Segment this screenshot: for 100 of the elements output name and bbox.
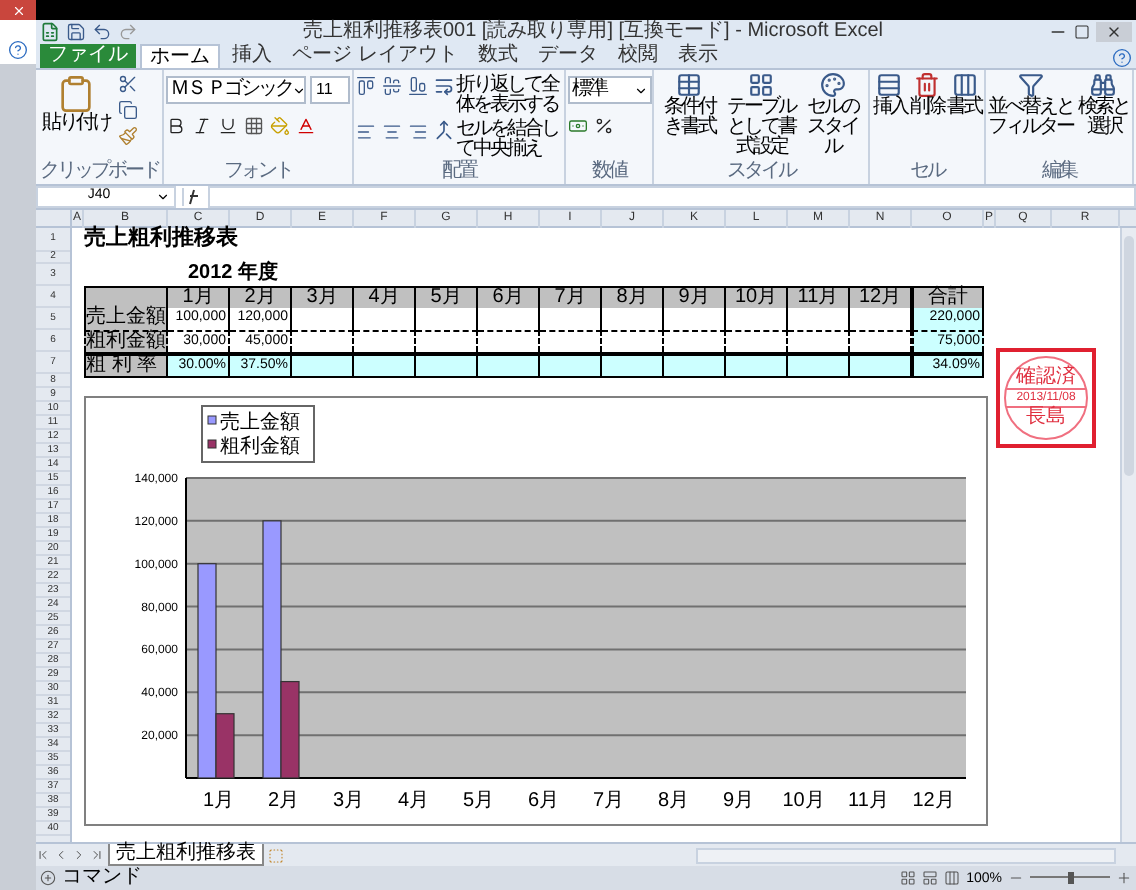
save-icon[interactable] (66, 22, 86, 42)
rows-icon (876, 72, 903, 98)
function-icon[interactable] (182, 188, 202, 206)
underline-icon[interactable] (218, 116, 238, 136)
cell-styles-button[interactable]: セルのスタイル (798, 72, 866, 158)
axis-category-label: 4月 (397, 790, 430, 812)
currency-icon[interactable] (568, 116, 588, 136)
align-middle-icon[interactable] (382, 76, 402, 96)
filter-icon (1017, 72, 1044, 98)
ribbon-tab[interactable]: 校閲 (609, 44, 666, 68)
align-center-icon[interactable] (382, 121, 402, 141)
table-cell (354, 352, 416, 378)
axis-category-label: 10月 (782, 790, 825, 812)
find-select-button[interactable]: 検索と選択 (1077, 72, 1130, 138)
restore-icon[interactable] (1074, 24, 1090, 40)
ribbon-tab[interactable]: ファイル (40, 44, 136, 68)
copy-icon[interactable] (118, 100, 138, 120)
table-cell (788, 308, 850, 330)
table-cell (478, 308, 540, 330)
insert-button[interactable]: 挿入 (872, 72, 908, 118)
help-icon[interactable] (8, 40, 28, 60)
paste-button[interactable]: 貼り付け (38, 70, 114, 134)
legend-label: 売上金額 (220, 412, 300, 434)
group-label: 編集 (1040, 160, 1079, 184)
excel-logo-icon[interactable] (40, 22, 60, 42)
sort-filter-button[interactable]: 並べ替えとフィルター (988, 72, 1074, 138)
group-label: 配置 (440, 160, 479, 184)
axis-category-label: 7月 (592, 790, 625, 812)
next-sheet-icon[interactable] (72, 848, 86, 862)
legend-label: 粗利金額 (220, 436, 300, 458)
align-left-icon[interactable] (356, 121, 376, 141)
trash-icon (914, 72, 940, 98)
delete-button[interactable]: 削除 (909, 72, 945, 118)
merge-center-button[interactable]: セルを結合して中央揃え (434, 120, 562, 160)
previous-sheet-icon[interactable] (54, 848, 68, 862)
page-break-view-icon[interactable] (944, 870, 961, 886)
axis-category-label: 9月 (722, 790, 755, 812)
dropdown-caret-icon (156, 190, 170, 204)
bold-icon[interactable] (166, 116, 186, 136)
formula-input-field[interactable] (208, 186, 1136, 208)
cut-icon[interactable] (118, 74, 138, 94)
fill-color-icon[interactable] (270, 116, 290, 136)
ribbon-tab[interactable]: データ (529, 44, 606, 68)
fiscal-year-label: 2012 年度 (186, 264, 281, 286)
clipboard-icon (56, 74, 96, 114)
wrap-text-button[interactable]: 折り返して全体を表示する (434, 76, 562, 116)
format-as-table-button[interactable]: テーブルとして書式設定 (725, 72, 797, 158)
font-name-field[interactable]: ＭＳ Ｐゴシック (166, 76, 306, 104)
legend-swatch (207, 415, 217, 425)
ribbon-tab[interactable]: ページ レイアウト (284, 44, 466, 68)
close-button[interactable] (0, 0, 36, 20)
last-sheet-icon[interactable] (90, 848, 104, 862)
undo-icon[interactable] (92, 22, 112, 42)
format-button[interactable]: 書式 (946, 72, 983, 118)
conditional-format-button[interactable]: 条件付き書式 (656, 72, 724, 158)
table-cell (292, 352, 354, 378)
ribbon-tab[interactable]: 挿入 (224, 44, 280, 68)
table-cell (602, 330, 664, 352)
table-cell (354, 330, 416, 352)
scrollbar-thumb[interactable] (1124, 236, 1134, 476)
border-icon[interactable] (244, 116, 264, 136)
help-icon[interactable] (1112, 48, 1132, 68)
table-cell (602, 352, 664, 378)
record-macro-icon[interactable] (40, 870, 56, 886)
table-cell (602, 308, 664, 330)
normal-view-icon[interactable] (900, 870, 917, 886)
first-sheet-icon[interactable] (36, 848, 50, 862)
sheet-title: 売上粗利推移表 (84, 228, 240, 252)
table-cell (850, 352, 912, 378)
ribbon-tab[interactable]: 表示 (669, 44, 726, 68)
horizontal-scrollbar[interactable] (696, 847, 1116, 863)
window-close-button[interactable] (1096, 22, 1132, 42)
table-cell (416, 330, 478, 352)
paintbrush-icon[interactable] (118, 126, 138, 146)
percent-icon[interactable] (594, 116, 614, 136)
axis-category-label: 6月 (527, 790, 560, 812)
table-cell (540, 352, 602, 378)
align-right-icon[interactable] (408, 121, 428, 141)
table-cell (664, 330, 726, 352)
vertical-scrollbar[interactable] (1120, 228, 1136, 842)
align-bottom-icon[interactable] (408, 76, 428, 96)
page-layout-view-icon[interactable] (922, 870, 939, 886)
align-top-icon[interactable] (356, 76, 376, 96)
ribbon-tab[interactable]: 数式 (469, 44, 526, 68)
table-icon (676, 72, 703, 98)
font-color-icon[interactable] (296, 116, 316, 136)
font-size-field[interactable]: 11 (310, 76, 350, 104)
legend-swatch (207, 439, 217, 449)
ribbon-tab[interactable]: ホーム (140, 44, 220, 68)
axis-category-label: 8月 (657, 790, 690, 812)
zoom-in-icon[interactable] (1116, 870, 1132, 886)
sheet-tab[interactable]: 売上粗利推移表 (108, 844, 264, 866)
zoom-slider[interactable] (1030, 872, 1110, 884)
stamp-label: 確認済 (1016, 368, 1076, 388)
italic-icon[interactable] (192, 116, 212, 136)
table-cell (354, 308, 416, 330)
number-format-field[interactable]: 標準 (568, 76, 652, 104)
zoom-slider-thumb[interactable] (1067, 872, 1073, 884)
dropdown-caret-icon (634, 83, 648, 97)
group-label: クリップボード (38, 160, 160, 184)
